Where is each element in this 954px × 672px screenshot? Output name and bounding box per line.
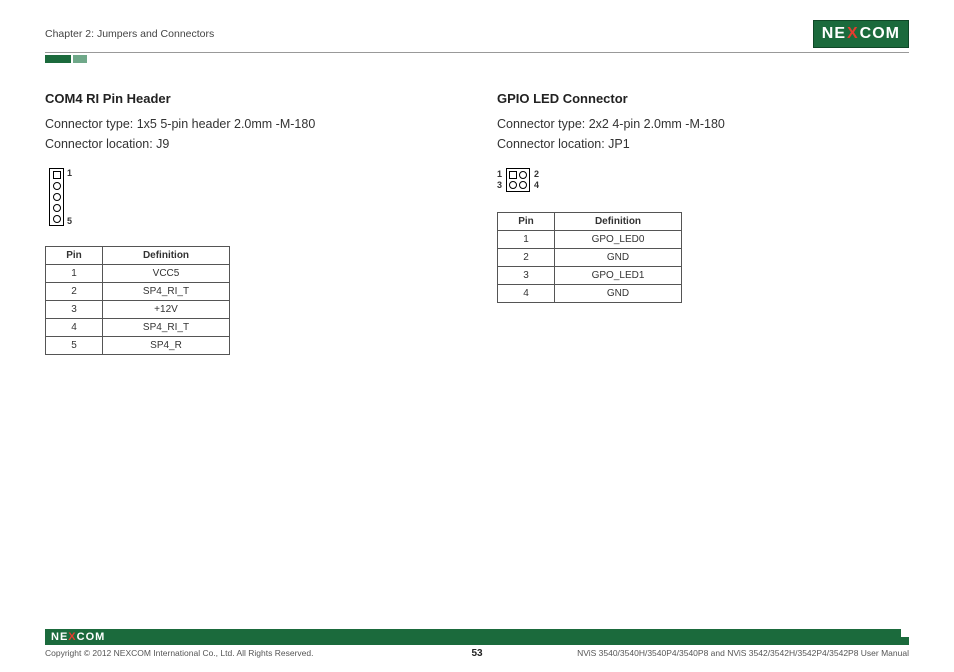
connector-info-left: Connector type: 1x5 5-pin header 2.0mm -… (45, 114, 457, 154)
chapter-title: Chapter 2: Jumpers and Connectors (45, 28, 214, 40)
table-row: 4SP4_RI_T (46, 319, 230, 337)
pin-1-square (509, 171, 517, 179)
connector-type: Connector type: 1x5 5-pin header 2.0mm -… (45, 117, 315, 131)
footer-logo: NEXCOM (51, 631, 105, 643)
section-title-com4: COM4 RI Pin Header (45, 91, 457, 106)
pin-4-circle (519, 181, 527, 189)
pin-1-square (53, 171, 61, 179)
th-pin: Pin (46, 247, 103, 265)
th-pin: Pin (498, 213, 555, 231)
table-row: 4GND (498, 285, 682, 303)
pin-table-com4: Pin Definition 1VCC5 2SP4_RI_T 3+12V 4SP… (45, 246, 230, 355)
left-column: COM4 RI Pin Header Connector type: 1x5 5… (45, 91, 457, 355)
divider (45, 52, 909, 53)
footer: NEXCOM Copyright © 2012 NEXCOM Internati… (45, 629, 909, 658)
product-name: NViS 3540/3540H/3540P4/3540P8 and NViS 3… (577, 648, 909, 658)
table-row: 1VCC5 (46, 265, 230, 283)
pin-3-circle (509, 181, 517, 189)
th-def: Definition (103, 247, 230, 265)
table-row: 3+12V (46, 301, 230, 319)
connector-location: Connector location: J9 (45, 137, 169, 151)
copyright: Copyright © 2012 NEXCOM International Co… (45, 648, 313, 658)
connector-location: Connector location: JP1 (497, 137, 630, 151)
table-row: 1GPO_LED0 (498, 231, 682, 249)
pin-diagram-1x5: 1 5 (49, 168, 64, 226)
pin-label-1: 1 (67, 168, 72, 178)
pin-diagram-2x2: 1 3 2 4 (497, 168, 909, 192)
pin-label-4: 4 (534, 180, 539, 191)
pin-2-circle (519, 171, 527, 179)
connector-type: Connector type: 2x2 4-pin 2.0mm -M-180 (497, 117, 725, 131)
table-row: 3GPO_LED1 (498, 267, 682, 285)
logo-post: COM (860, 25, 900, 43)
pin-3-circle (53, 193, 61, 201)
pin-label-1: 1 (497, 169, 502, 180)
pin-5-circle (53, 215, 61, 223)
table-row: 5SP4_R (46, 337, 230, 355)
right-column: GPIO LED Connector Connector type: 2x2 4… (497, 91, 909, 355)
page-number: 53 (471, 648, 482, 659)
pin-label-3: 3 (497, 180, 502, 191)
footer-decoration (901, 629, 909, 645)
section-title-gpio: GPIO LED Connector (497, 91, 909, 106)
accent-bar (45, 55, 909, 63)
pin-2-circle (53, 182, 61, 190)
pin-label-2: 2 (534, 169, 539, 180)
th-def: Definition (555, 213, 682, 231)
table-row: 2SP4_RI_T (46, 283, 230, 301)
connector-info-right: Connector type: 2x2 4-pin 2.0mm -M-180 C… (497, 114, 909, 154)
nexcom-logo: NEXCOM (813, 20, 909, 48)
logo-pre: NE (822, 25, 846, 43)
table-row: 2GND (498, 249, 682, 267)
pin-4-circle (53, 204, 61, 212)
logo-x: X (847, 25, 859, 43)
pin-label-5: 5 (67, 216, 72, 226)
pin-table-gpio: Pin Definition 1GPO_LED0 2GND 3GPO_LED1 … (497, 212, 682, 303)
